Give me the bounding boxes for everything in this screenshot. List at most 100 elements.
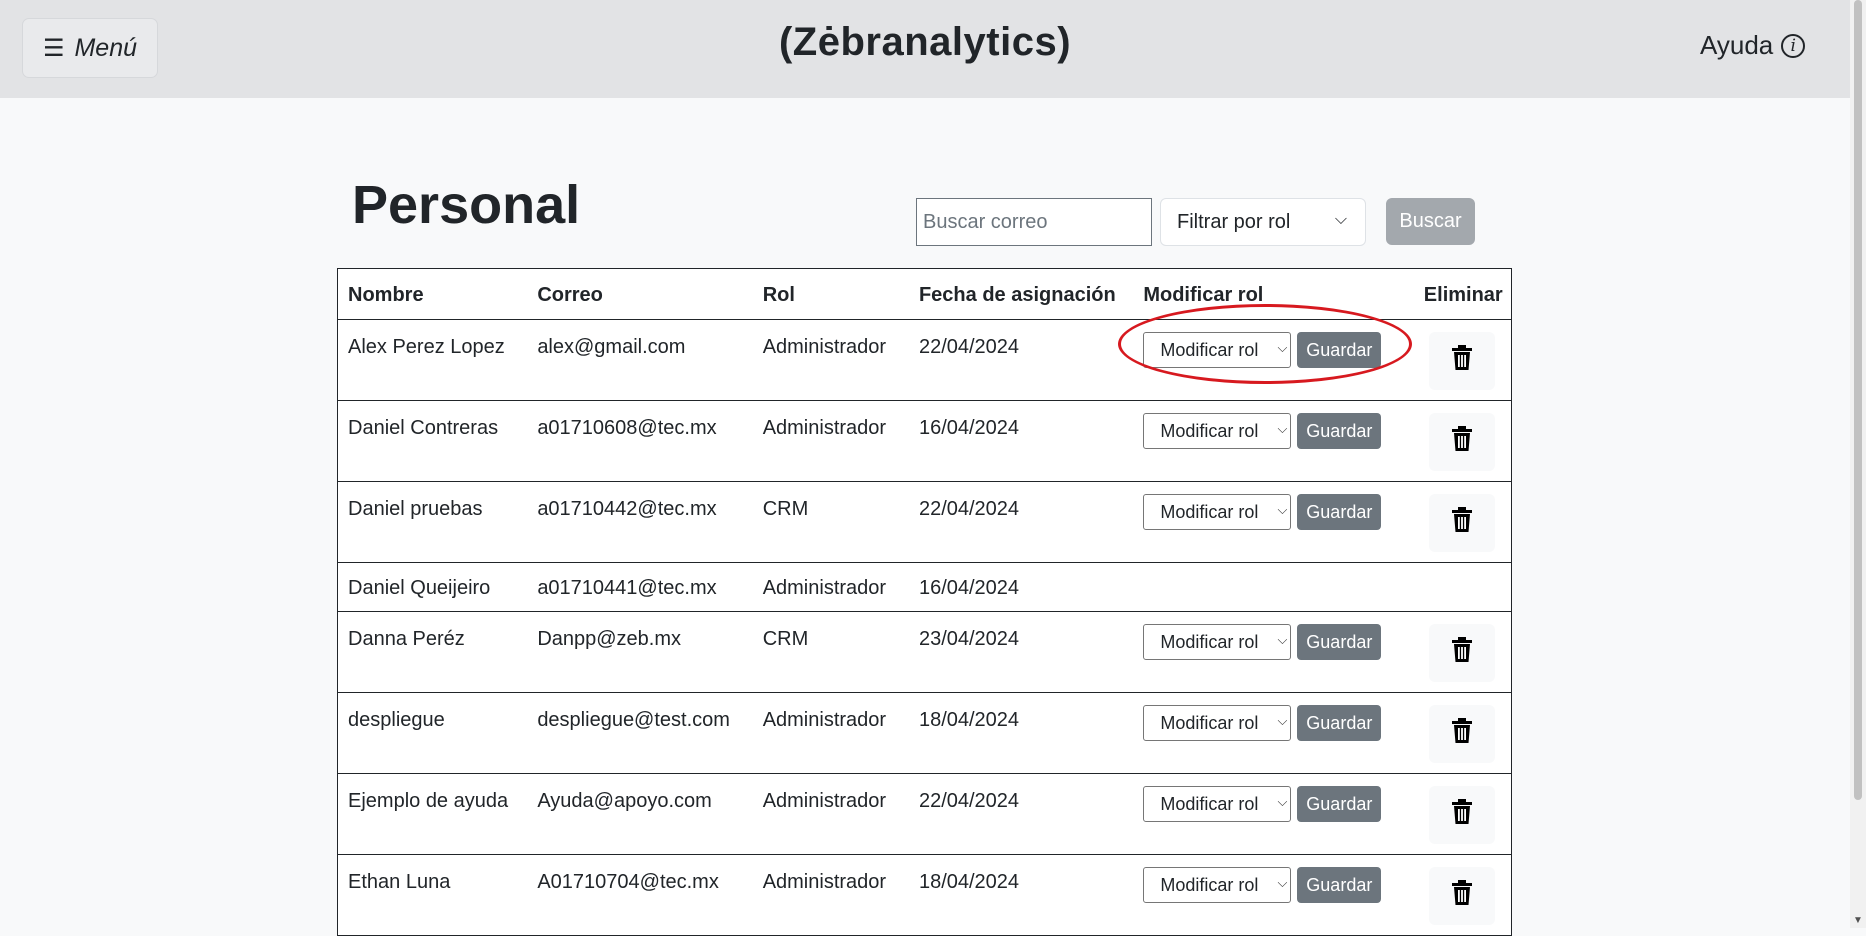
cell-role: Administrador (752, 854, 909, 936)
info-icon: i (1781, 33, 1806, 58)
cell-date: 18/04/2024 (908, 854, 1134, 936)
chevron-down-icon: ⌵ (1277, 794, 1288, 809)
role-filter-label: Filtrar por rol (1177, 210, 1291, 233)
cell-email: a01710442@tec.mx (527, 481, 753, 563)
save-role-button[interactable]: Guardar (1297, 705, 1382, 741)
cell-name: Ejemplo de ayuda (338, 773, 528, 855)
page-title: Personal (352, 175, 581, 235)
save-role-button[interactable]: Guardar (1297, 494, 1382, 530)
modify-role-select[interactable]: Modificar rol ⌵ (1143, 332, 1292, 368)
delete-user-button[interactable] (1429, 624, 1496, 682)
cell-name: Ethan Luna (338, 854, 528, 936)
delete-user-button[interactable] (1429, 786, 1496, 844)
cell-email: alex@gmail.com (527, 319, 753, 401)
scroll-down-arrow-icon[interactable]: ▼ (1853, 915, 1863, 926)
save-role-button[interactable]: Guardar (1297, 867, 1382, 903)
table-row: Ethan Luna A01710704@tec.mx Administrador 1… (338, 854, 1511, 936)
save-role-button[interactable]: Guardar (1297, 786, 1382, 822)
table-row: Daniel Contreras a01710608@tec.mx Administ… (338, 400, 1511, 482)
cell-name: Daniel Queijeiro (338, 562, 528, 612)
table-row: Ejemplo de ayuda Ayuda@apoyo.com Administr… (338, 773, 1511, 855)
cell-name: Daniel pruebas (338, 481, 528, 563)
cell-name: Alex Perez Lopez (338, 319, 528, 401)
delete-user-button[interactable] (1429, 494, 1496, 552)
cell-date: 23/04/2024 (908, 611, 1134, 693)
header-role: Rol (752, 269, 909, 320)
table-row: despliegue despliegue@test.com Administrad… (338, 692, 1511, 774)
modify-role-select[interactable]: Modificar rol ⌵ (1143, 494, 1292, 530)
cell-delete (1413, 562, 1511, 612)
modify-role-select-label: Modificar rol (1160, 631, 1259, 652)
chevron-down-icon: ⌵ (1277, 713, 1288, 728)
page-scrollbar[interactable]: ▼ (1850, 0, 1866, 928)
role-filter-select[interactable]: Filtrar por rol ⌵ (1160, 198, 1366, 246)
header-delete: Eliminar (1413, 269, 1511, 320)
trash-icon (1451, 507, 1473, 539)
cell-name: Daniel Contreras (338, 400, 528, 482)
cell-modify-role (1133, 562, 1414, 612)
modify-role-select[interactable]: Modificar rol ⌵ (1143, 624, 1292, 660)
delete-user-button[interactable] (1429, 332, 1496, 390)
cell-modify-role: Modificar rol ⌵ Guardar (1133, 611, 1414, 693)
trash-icon (1451, 718, 1473, 750)
top-navbar: ☰ Menú (Zėbranalytics) Ayuda i (0, 0, 1850, 98)
scrollbar-thumb[interactable] (1854, 0, 1862, 800)
table-row: Alex Perez Lopez alex@gmail.com Administra… (338, 319, 1511, 401)
help-link[interactable]: Ayuda i (1700, 30, 1806, 61)
chevron-down-icon: ⌵ (1277, 421, 1288, 436)
cell-delete (1413, 692, 1511, 774)
cell-modify-role: Modificar rol ⌵ Guardar (1133, 400, 1414, 482)
delete-user-button[interactable] (1429, 705, 1496, 763)
table-row: Danna Peréz Danpp@zeb.mx CRM 23/04/2024 Mod… (338, 611, 1511, 693)
cell-modify-role: Modificar rol ⌵ Guardar (1133, 854, 1414, 936)
header-email: Correo (527, 269, 753, 320)
cell-name: despliegue (338, 692, 528, 774)
table-row: Daniel pruebas a01710442@tec.mx CRM 22/04/2… (338, 481, 1511, 563)
delete-user-button[interactable] (1429, 867, 1496, 925)
cell-role: Administrador (752, 562, 909, 612)
cell-name: Danna Peréz (338, 611, 528, 693)
trash-icon (1451, 345, 1473, 377)
cell-date: 16/04/2024 (908, 400, 1134, 482)
search-button[interactable]: Buscar (1386, 198, 1475, 245)
cell-role: Administrador (752, 773, 909, 855)
cell-email: a01710441@tec.mx (527, 562, 753, 612)
cell-modify-role: Modificar rol ⌵ Guardar (1133, 773, 1414, 855)
help-label: Ayuda (1700, 30, 1774, 60)
cell-role: Administrador (752, 319, 909, 401)
cell-role: CRM (752, 611, 909, 693)
header-modify-role: Modificar rol (1133, 269, 1414, 320)
trash-icon (1451, 426, 1473, 458)
cell-email: despliegue@test.com (527, 692, 753, 774)
cell-delete (1413, 400, 1511, 482)
modify-role-select-label: Modificar rol (1160, 874, 1259, 895)
cell-role: CRM (752, 481, 909, 563)
header-date: Fecha de asignación (908, 269, 1134, 320)
cell-modify-role: Modificar rol ⌵ Guardar (1133, 319, 1414, 401)
staff-table: Nombre Correo Rol Fecha de asignación Mo… (337, 268, 1512, 936)
cell-email: Danpp@zeb.mx (527, 611, 753, 693)
cell-delete (1413, 319, 1511, 401)
trash-icon (1451, 637, 1473, 669)
save-role-button[interactable]: Guardar (1297, 332, 1382, 368)
email-search-input[interactable] (916, 198, 1152, 246)
cell-email: A01710704@tec.mx (527, 854, 753, 936)
cell-email: a01710608@tec.mx (527, 400, 753, 482)
cell-modify-role: Modificar rol ⌵ Guardar (1133, 692, 1414, 774)
chevron-down-icon: ⌵ (1277, 340, 1288, 355)
cell-email: Ayuda@apoyo.com (527, 773, 753, 855)
save-role-button[interactable]: Guardar (1297, 624, 1382, 660)
chevron-down-icon: ⌵ (1277, 502, 1288, 517)
brand-title: (Zėbranalytics) (778, 20, 1072, 64)
modify-role-select-label: Modificar rol (1160, 339, 1259, 360)
modify-role-select-label: Modificar rol (1160, 793, 1259, 814)
delete-user-button[interactable] (1429, 413, 1496, 471)
save-role-button[interactable]: Guardar (1297, 413, 1382, 449)
cell-date: 16/04/2024 (908, 562, 1134, 612)
modify-role-select[interactable]: Modificar rol ⌵ (1143, 867, 1292, 903)
modify-role-select[interactable]: Modificar rol ⌵ (1143, 786, 1292, 822)
cell-date: 22/04/2024 (908, 481, 1134, 563)
modify-role-select[interactable]: Modificar rol ⌵ (1143, 413, 1292, 449)
table-header-row: Nombre Correo Rol Fecha de asignación Mo… (338, 269, 1511, 320)
modify-role-select[interactable]: Modificar rol ⌵ (1143, 705, 1292, 741)
